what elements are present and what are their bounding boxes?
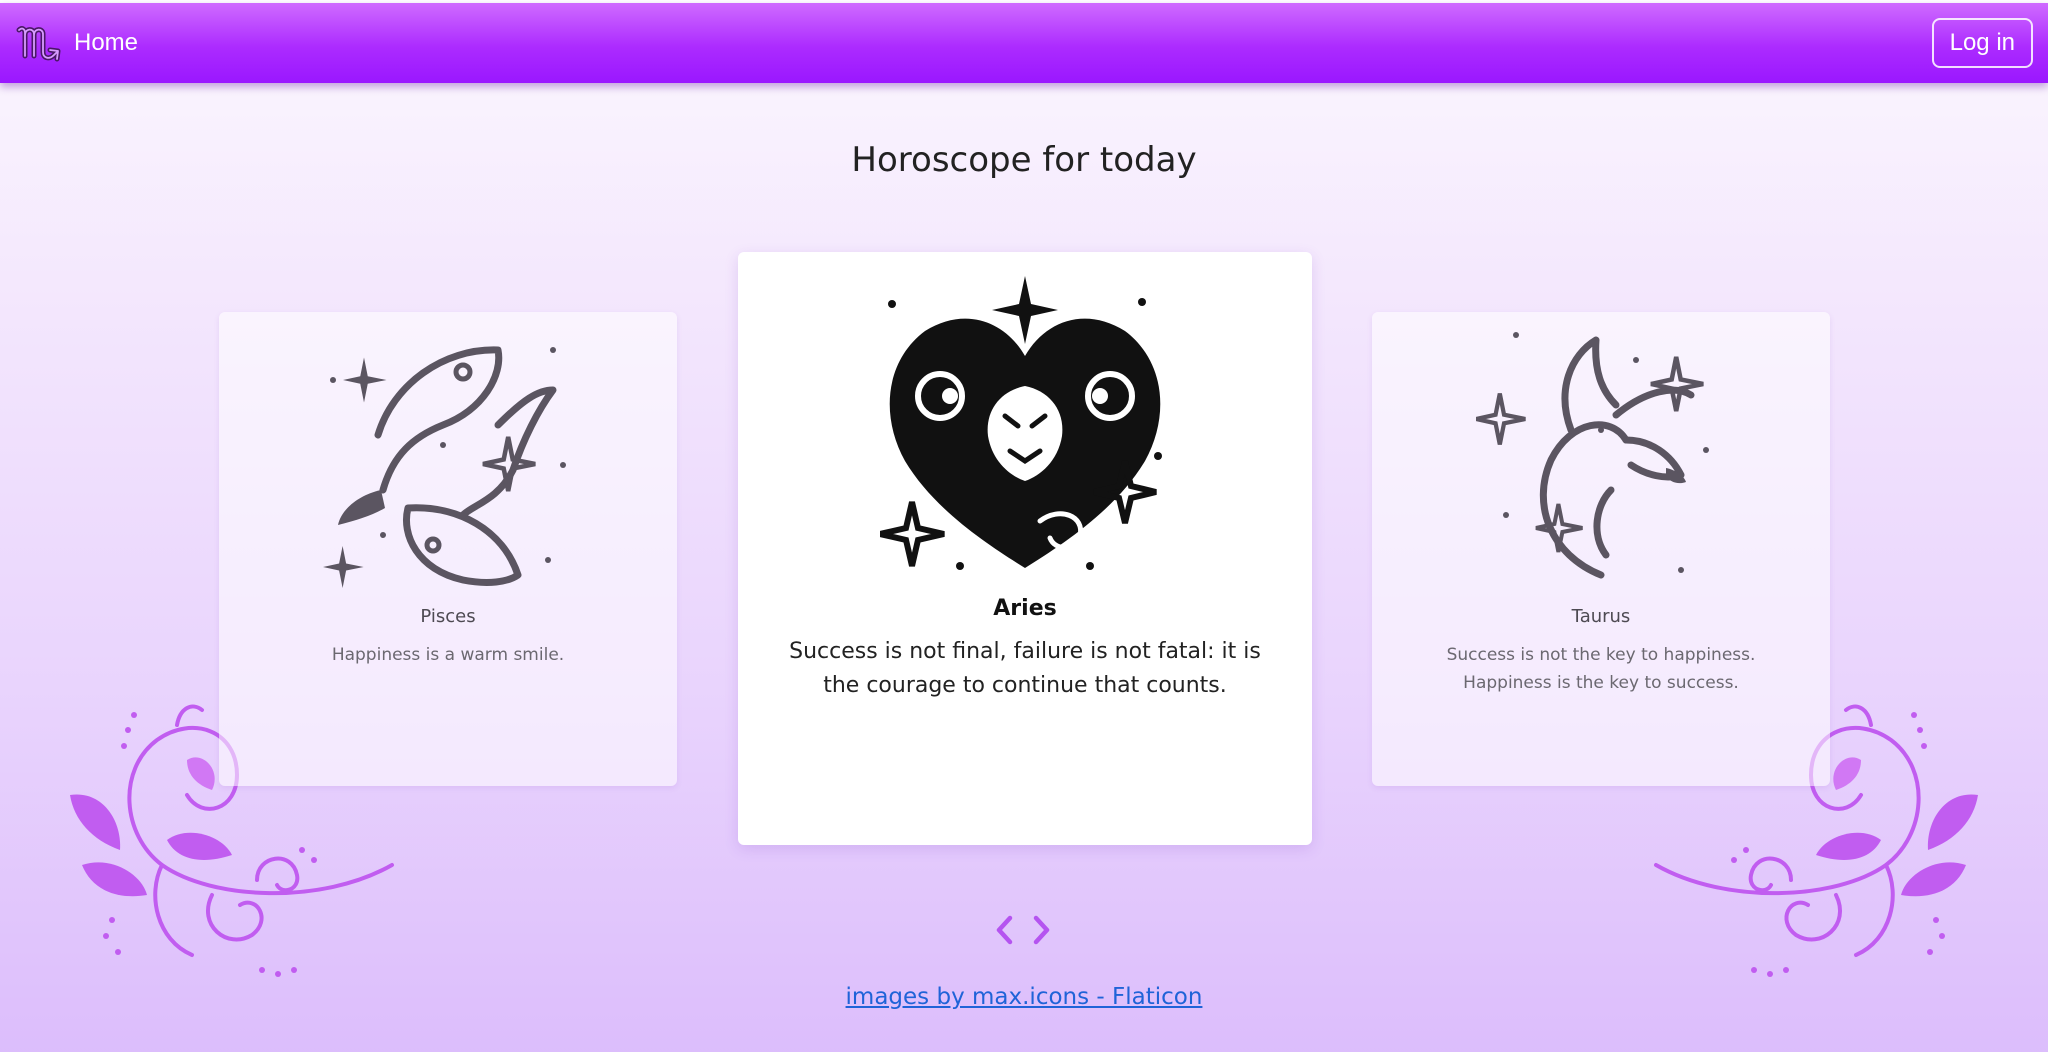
pisces-icon [323,346,566,588]
horoscope-text: Happiness is a warm smile. [331,645,565,665]
previous-button[interactable] [992,912,1018,948]
horoscope-text: Success is not the key to happiness. Hap… [1446,645,1756,693]
sign-name: Aries [993,596,1057,621]
carousel-controls [992,912,1056,948]
sign-name: Taurus [1571,606,1631,627]
chevron-right-icon [1033,915,1050,945]
horoscope-card-taurus[interactable]: Taurus Success is not the key to happine… [1372,312,1830,786]
navbar: Home Log in [0,3,2048,83]
image-credit: images by max.icons - Flaticon [0,984,2048,1010]
bottom-border [0,1052,2048,1056]
horoscope-card-pisces[interactable]: Pisces Happiness is a warm smile. [219,312,677,786]
taurus-icon [1476,332,1709,579]
horoscope-card-aries[interactable]: Aries Success is not final, failure is n… [738,252,1312,845]
chevron-left-icon [996,915,1013,945]
credit-link[interactable]: images by max.icons - Flaticon [846,984,1203,1010]
login-button[interactable]: Log in [1931,18,2033,68]
page-title: Horoscope for today [851,140,1197,180]
next-button[interactable] [1028,912,1054,948]
scorpio-icon [16,26,61,62]
aries-icon [880,276,1162,570]
horoscope-text: Success is not final, failure is not fat… [789,639,1261,698]
home-link[interactable]: Home [16,22,138,64]
sign-name: Pisces [420,606,476,627]
home-label: Home [74,29,139,56]
